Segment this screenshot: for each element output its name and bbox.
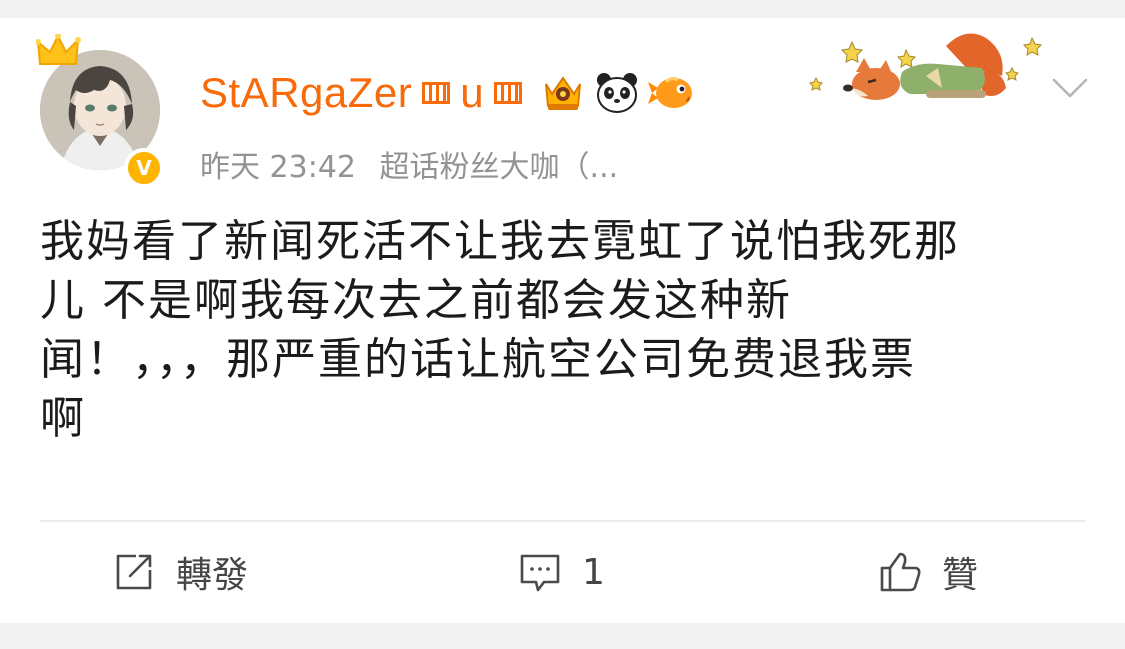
like-label: 贊 xyxy=(942,555,979,596)
repost-icon xyxy=(116,554,152,590)
chevron-down-icon[interactable] xyxy=(1050,72,1090,102)
fox-sticker-decoration xyxy=(809,33,1042,100)
divider xyxy=(40,520,1085,522)
repost-button[interactable]: 轉發 xyxy=(112,546,248,598)
panda-icon[interactable] xyxy=(594,70,640,116)
username-middle[interactable]: u xyxy=(460,69,484,117)
comment-count: 1 xyxy=(582,551,605,593)
post-timestamp: 昨天 23:42 xyxy=(200,150,356,185)
username-row: StARgaZer u xyxy=(200,66,694,120)
top-separator xyxy=(0,0,1125,18)
verified-v-icon: V xyxy=(124,148,164,188)
bottom-separator xyxy=(0,623,1125,649)
emoji-box-icon xyxy=(494,82,523,104)
thumbs-up-icon xyxy=(880,552,921,592)
emoji-box-icon xyxy=(422,82,451,104)
like-button[interactable]: 贊 xyxy=(878,546,978,598)
comment-icon xyxy=(520,554,560,592)
goldfish-icon[interactable] xyxy=(648,70,694,116)
post-text: 我妈看了新闻死活不让我去霓虹了说怕我死那 儿 不是啊我每次去之前都会发这种新 闻… xyxy=(40,216,960,444)
username[interactable]: StARgaZer xyxy=(200,69,412,117)
repost-label: 轉發 xyxy=(176,555,249,596)
post-source[interactable]: 超话粉丝大咖（... xyxy=(380,150,619,185)
crown-icon xyxy=(36,34,81,65)
comment-button[interactable]: 1 xyxy=(518,546,605,598)
user-avatar-container[interactable]: V xyxy=(36,34,164,188)
vip-crown-badge-icon[interactable] xyxy=(540,70,586,116)
post-meta: 昨天 23:42 超话粉丝大咖（... xyxy=(200,142,632,186)
